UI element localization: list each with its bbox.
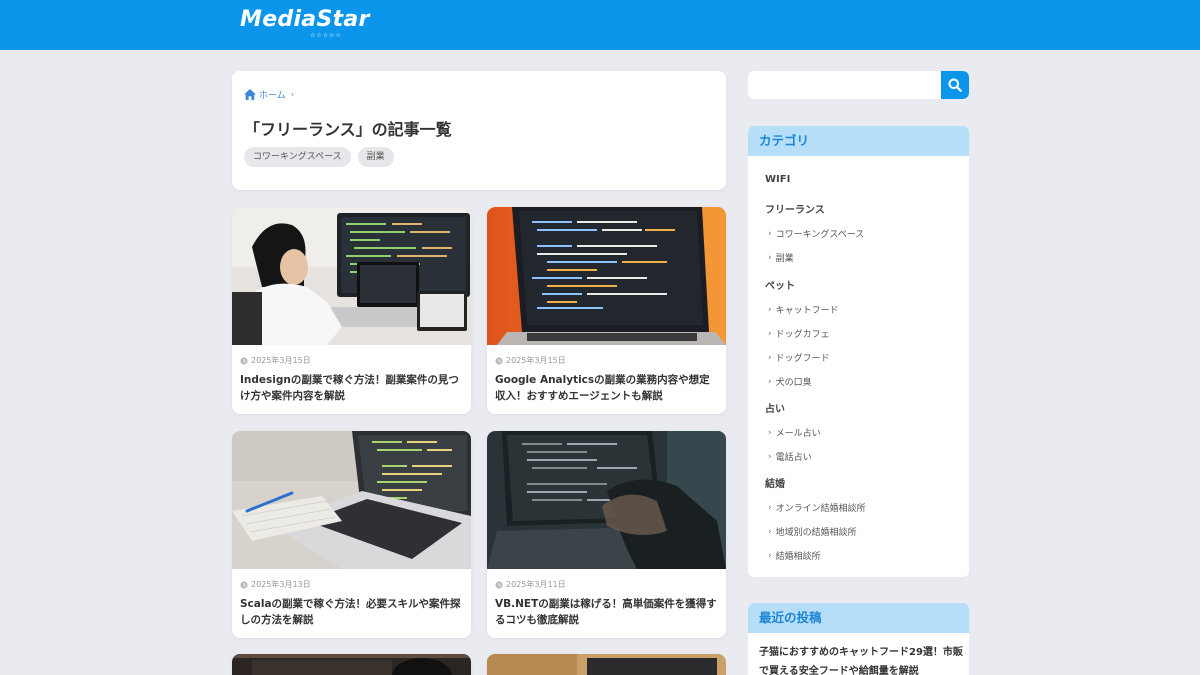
- subcategory-label: オンライン結婚相談所: [775, 504, 866, 514]
- subcategory-label: コワーキングスペース: [775, 230, 865, 240]
- home-icon: [244, 89, 256, 100]
- chevron-right-icon: ›: [768, 427, 772, 438]
- article-meta: 2025年3月13日: [240, 579, 311, 590]
- article-date: 2025年3月15日: [506, 356, 566, 365]
- categories-widget: カテゴリ WIFI フリーランス › コワーキングスペース › 副業 ペット › キャ…: [748, 126, 969, 577]
- article-title[interactable]: Google Analyticsの副業の業務内容や想定収入！おすすめエージェント…: [495, 372, 719, 404]
- chevron-right-icon: ›: [768, 228, 772, 239]
- subcategory-regional-agency[interactable]: › 地域別の結婚相談所: [768, 525, 857, 539]
- subcategory-mail-fortune[interactable]: › メール占い: [768, 426, 821, 440]
- article-title[interactable]: Indesignの副業で稼ぐ方法！副業案件の見つけ方や案件内容を解説: [240, 372, 464, 404]
- recent-posts-widget-title: 最近の投稿: [748, 603, 969, 633]
- article-thumbnail[interactable]: [232, 431, 471, 569]
- chevron-right-icon: ›: [768, 352, 772, 363]
- subcategory-cat-food[interactable]: › キャットフード: [768, 303, 839, 317]
- subcategory-label: 犬の口臭: [775, 378, 812, 388]
- clock-icon: [495, 356, 503, 365]
- article-card[interactable]: 2025年3月11日 VB.NETの副業は稼げる！高単価案件を獲得するコツも徹底…: [487, 431, 726, 638]
- subcategory-label: ドッグカフェ: [775, 330, 830, 340]
- category-freelance[interactable]: フリーランス: [765, 201, 825, 216]
- logo-text: MediaStar: [240, 7, 370, 32]
- article-date: 2025年3月13日: [251, 580, 311, 589]
- tag-list: コワーキングスペース 副業: [244, 147, 394, 167]
- archive-header-card: ホーム › 「フリーランス」の記事一覧 コワーキングスペース 副業: [232, 71, 726, 190]
- subcategory-dog-food[interactable]: › ドッグフード: [768, 351, 830, 365]
- article-thumbnail[interactable]: [232, 207, 471, 345]
- category-marriage[interactable]: 結婚: [765, 475, 785, 490]
- clock-icon: [495, 580, 503, 589]
- search-button[interactable]: [941, 71, 969, 99]
- chevron-right-icon: ›: [768, 328, 772, 339]
- article-date: 2025年3月11日: [506, 580, 566, 589]
- chevron-right-icon: ›: [768, 252, 772, 263]
- subcategory-label: 結婚相談所: [775, 552, 821, 562]
- breadcrumb: ホーム ›: [244, 88, 294, 101]
- breadcrumb-separator: ›: [290, 89, 295, 100]
- subcategory-coworking[interactable]: › コワーキングスペース: [768, 227, 865, 241]
- search-form: [748, 71, 969, 99]
- subcategory-marriage-agency[interactable]: › 結婚相談所: [768, 549, 821, 563]
- clock-icon: [240, 356, 248, 365]
- subcategory-label: キャットフード: [775, 306, 839, 316]
- site-header: MediaStar ☆☆☆☆☆: [0, 0, 1200, 50]
- chevron-right-icon: ›: [768, 304, 772, 315]
- article-thumbnail[interactable]: [487, 431, 726, 569]
- chevron-right-icon: ›: [768, 550, 772, 561]
- categories-widget-title: カテゴリ: [748, 126, 969, 156]
- category-pet[interactable]: ペット: [765, 277, 795, 292]
- article-title[interactable]: VB.NETの副業は稼げる！高単価案件を獲得するコツも徹底解説: [495, 596, 719, 628]
- article-meta: 2025年3月15日: [495, 355, 566, 366]
- clock-icon: [240, 580, 248, 589]
- chevron-right-icon: ›: [768, 502, 772, 513]
- article-card[interactable]: 2025年3月13日 Scalaの副業で稼ぐ方法！必要スキルや案件探しの方法を解…: [232, 431, 471, 638]
- article-card[interactable]: 2025年3月15日 Google Analyticsの副業の業務内容や想定収入…: [487, 207, 726, 414]
- subcategory-label: 副業: [775, 254, 794, 264]
- search-icon: [948, 78, 962, 92]
- breadcrumb-home-link[interactable]: ホーム: [259, 88, 286, 101]
- article-thumbnail[interactable]: [232, 654, 471, 675]
- subcategory-side-job[interactable]: › 副業: [768, 251, 794, 265]
- article-title[interactable]: Scalaの副業で稼ぐ方法！必要スキルや案件探しの方法を解説: [240, 596, 464, 628]
- subcategory-online-agency[interactable]: › オンライン結婚相談所: [768, 501, 866, 515]
- article-meta: 2025年3月11日: [495, 579, 566, 590]
- article-card[interactable]: 2025年3月15日 Indesignの副業で稼ぐ方法！副業案件の見つけ方や案件…: [232, 207, 471, 414]
- logo-stars: ☆☆☆☆☆: [310, 32, 342, 39]
- article-thumbnail[interactable]: [487, 654, 726, 675]
- article-meta: 2025年3月15日: [240, 355, 311, 366]
- page-title: 「フリーランス」の記事一覧: [244, 120, 452, 139]
- subcategory-label: 電話占い: [775, 453, 812, 463]
- category-wifi[interactable]: WIFI: [765, 174, 790, 185]
- article-card[interactable]: [487, 654, 726, 675]
- chevron-right-icon: ›: [768, 526, 772, 537]
- site-logo[interactable]: MediaStar ☆☆☆☆☆: [240, 6, 370, 44]
- article-card[interactable]: [232, 654, 471, 675]
- subcategory-label: ドッグフード: [775, 354, 830, 364]
- tag-side-job[interactable]: 副業: [357, 147, 394, 167]
- chevron-right-icon: ›: [768, 376, 772, 387]
- chevron-right-icon: ›: [768, 451, 772, 462]
- tag-coworking[interactable]: コワーキングスペース: [244, 147, 351, 167]
- subcategory-phone-fortune[interactable]: › 電話占い: [768, 450, 812, 464]
- article-date: 2025年3月15日: [251, 356, 311, 365]
- subcategory-dog-cafe[interactable]: › ドッグカフェ: [768, 327, 830, 341]
- recent-post-link[interactable]: 子猫におすすめのキャットフード29選！市販で買える安全フードや給餌量を解説: [759, 643, 964, 675]
- subcategory-label: 地域別の結婚相談所: [775, 528, 857, 538]
- search-input[interactable]: [748, 71, 941, 99]
- recent-posts-widget: 最近の投稿 子猫におすすめのキャットフード29選！市販で買える安全フードや給餌量…: [748, 603, 969, 675]
- article-thumbnail[interactable]: [487, 207, 726, 345]
- subcategory-dog-breath[interactable]: › 犬の口臭: [768, 375, 812, 389]
- subcategory-label: メール占い: [775, 429, 821, 439]
- category-fortune[interactable]: 占い: [765, 400, 785, 415]
